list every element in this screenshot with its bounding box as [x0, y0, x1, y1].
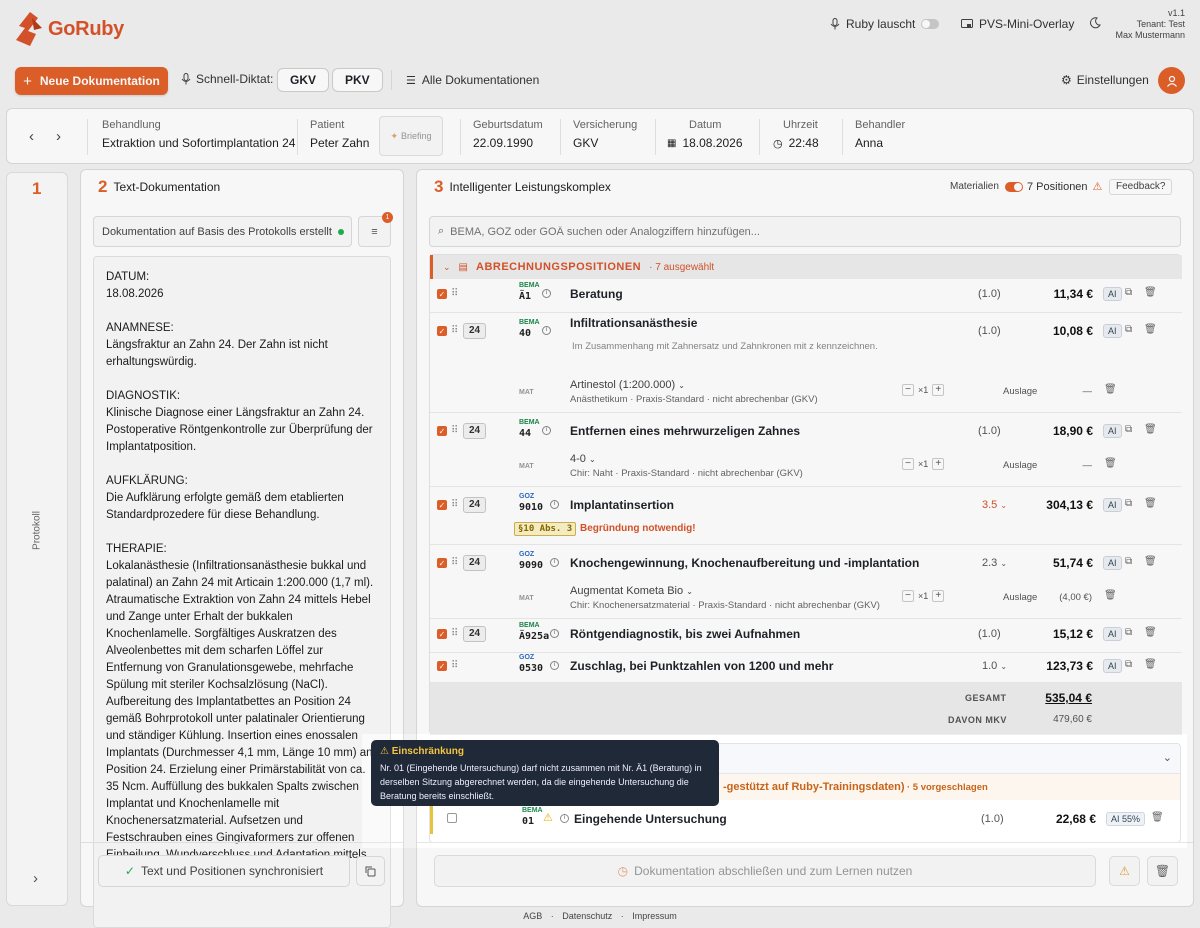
ai-confidence-badge: AI 55% — [1106, 812, 1146, 826]
privacy-link[interactable]: Datenschutz — [562, 911, 612, 921]
overlay-dim — [0, 734, 362, 928]
suggestions-title: -gestützt auf Ruby-Trainingsdaten) — [723, 781, 905, 793]
code-kind: BEMA — [522, 807, 543, 814]
trash-icon[interactable]: 🗑 — [1151, 812, 1164, 823]
factor: (1.0) — [981, 813, 1004, 825]
chevron-down-icon[interactable]: ⌄ — [1163, 751, 1172, 764]
suggestions-count: · 5 vorgeschlagen — [907, 782, 988, 793]
restriction-tooltip: ⚠ Einschränkung Nr. 01 (Eingehende Unter… — [371, 740, 719, 806]
footer-sep: · — [620, 911, 624, 921]
price: 22,68 € — [1055, 812, 1096, 826]
overlay-dim — [1187, 734, 1200, 928]
footer-sep: · — [550, 911, 554, 921]
position-description: Eingehende Untersuchung — [574, 812, 727, 826]
tooltip-body: Nr. 01 (Eingehende Untersuchung) darf ni… — [380, 763, 702, 801]
suggestion-checkbox[interactable] — [447, 813, 457, 823]
overlay-dim — [0, 0, 1200, 734]
code-number: 01 — [522, 816, 535, 827]
tooltip-title: ⚠ Einschränkung — [380, 746, 464, 757]
agb-link[interactable]: AGB — [523, 911, 542, 921]
footer: AGB · Datenschutz · Impressum — [0, 911, 1200, 921]
divider — [417, 842, 1193, 843]
imprint-link[interactable]: Impressum — [632, 911, 677, 921]
info-icon[interactable]: i — [560, 814, 569, 823]
warning-icon[interactable]: ⚠ — [543, 811, 553, 824]
